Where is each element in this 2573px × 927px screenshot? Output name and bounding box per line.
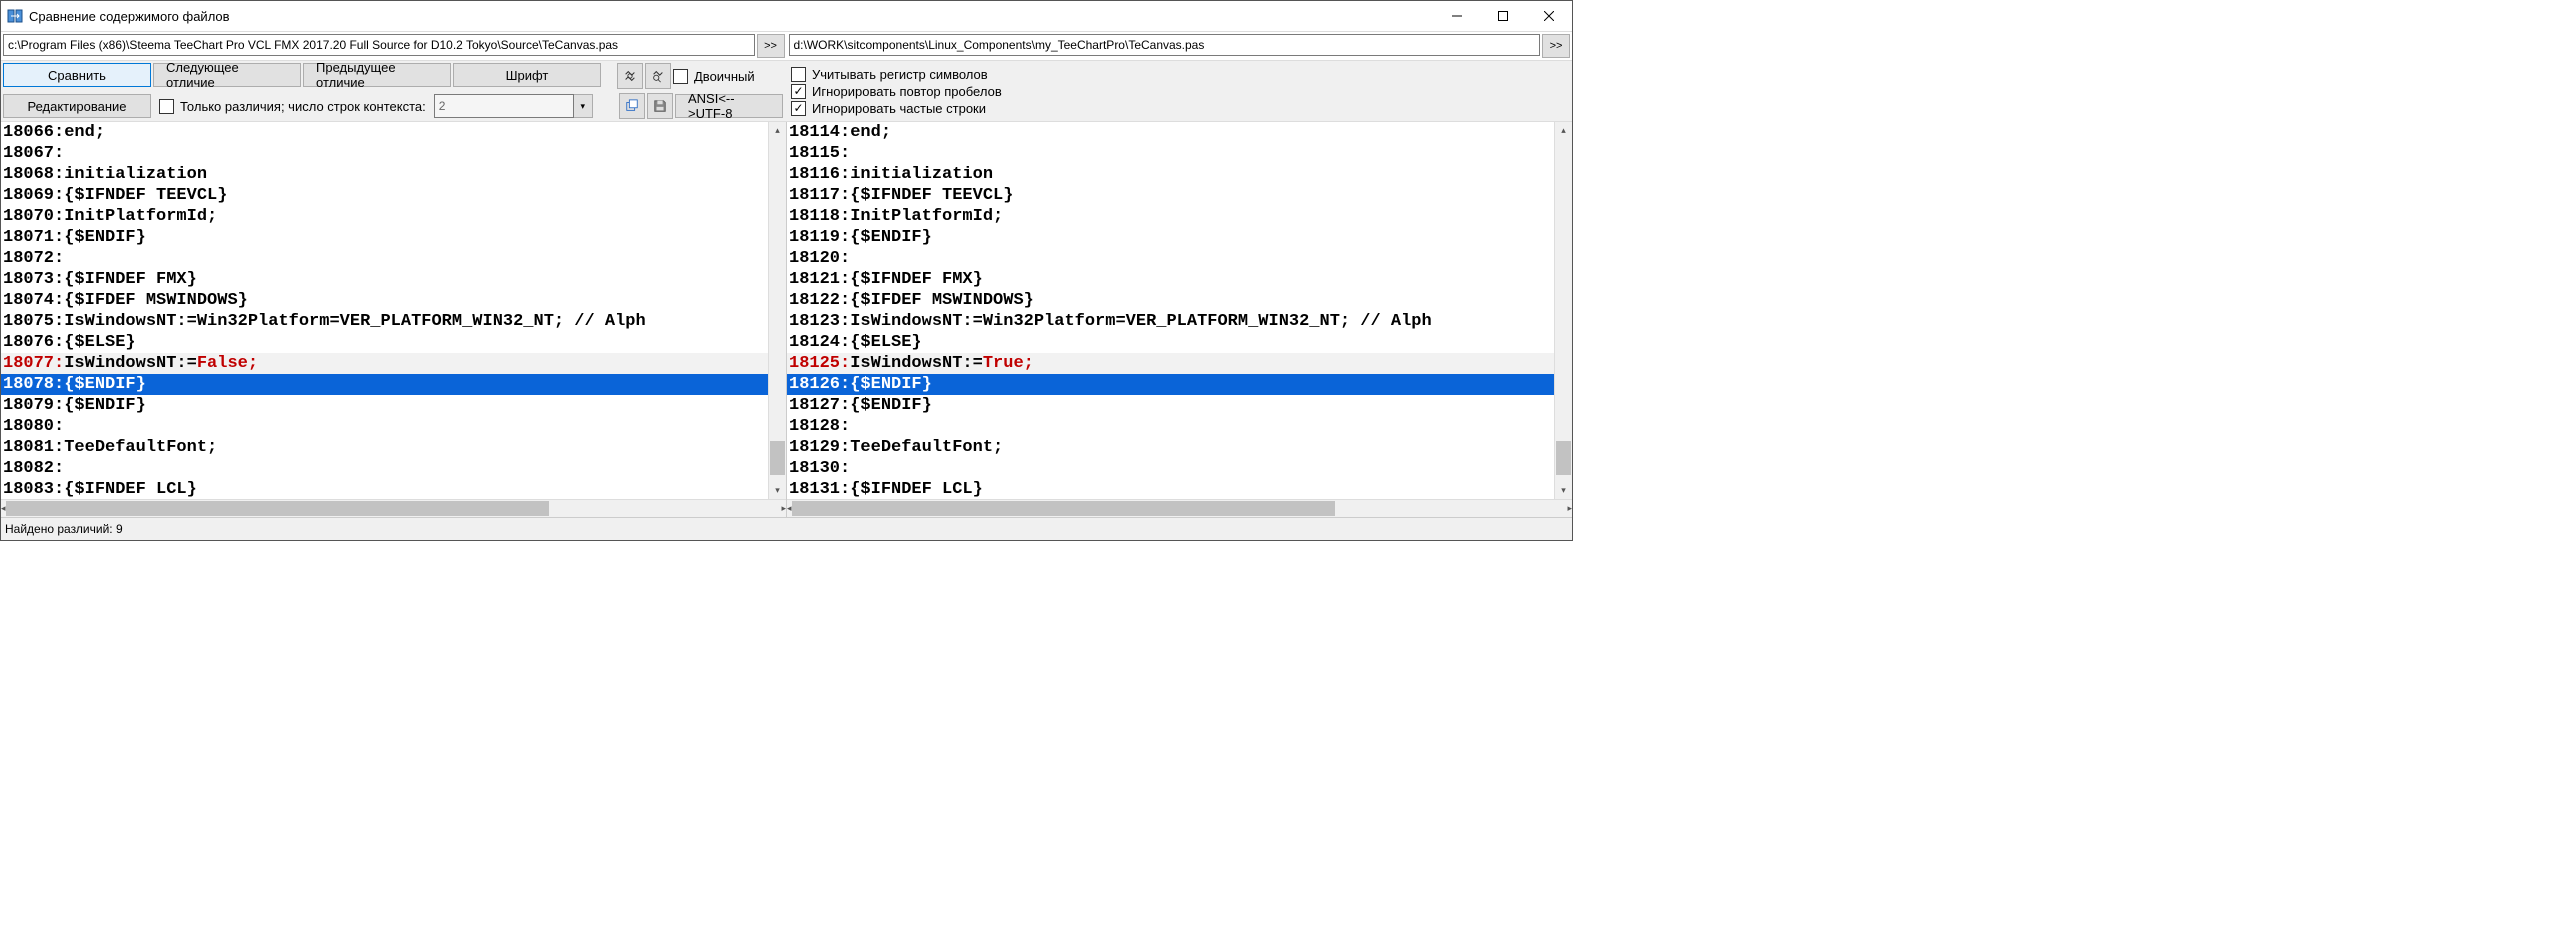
right-path-input[interactable] (789, 34, 1541, 56)
app-icon (7, 8, 23, 24)
left-path-input[interactable] (3, 34, 755, 56)
code-line[interactable]: 18127: {$ENDIF} (787, 395, 1554, 416)
binary-label: Двоичный (694, 69, 755, 84)
search-icon-button[interactable] (617, 63, 643, 89)
encoding-button[interactable]: ANSI<-->UTF-8 (675, 94, 783, 118)
context-lines-value: 2 (434, 94, 574, 118)
code-line[interactable]: 18128: (787, 416, 1554, 437)
code-line[interactable]: 18119: {$ENDIF} (787, 227, 1554, 248)
ignore-spaces-label: Игнорировать повтор пробелов (812, 84, 1002, 99)
status-bar: Найдено различий: 9 (1, 517, 1572, 540)
code-line[interactable]: 18067: (1, 143, 768, 164)
code-line[interactable]: 18131: {$IFNDEF LCL} (787, 479, 1554, 499)
code-line[interactable]: 18125: IsWindowsNT:=True; (787, 353, 1554, 374)
code-line[interactable]: 18130: (787, 458, 1554, 479)
code-line[interactable]: 18114:end; (787, 122, 1554, 143)
close-button[interactable] (1526, 1, 1572, 31)
scroll-up-icon[interactable]: ▴ (1555, 122, 1572, 139)
left-pane: 18066:end;18067:18068:initialization1806… (1, 122, 787, 517)
title-bar: Сравнение содержимого файлов (1, 1, 1572, 32)
font-button[interactable]: Шрифт (453, 63, 601, 87)
compare-button[interactable]: Сравнить (3, 63, 151, 87)
ignore-spaces-checkbox[interactable]: Игнорировать повтор пробелов (791, 84, 1002, 99)
code-line[interactable]: 18081: TeeDefaultFont; (1, 437, 768, 458)
code-line[interactable]: 18076: {$ELSE} (1, 332, 768, 353)
search-next-icon-button[interactable] (645, 63, 671, 89)
left-path-browse-button[interactable]: >> (757, 34, 785, 58)
copy-icon-button[interactable] (619, 93, 645, 119)
status-text: Найдено различий: 9 (5, 522, 123, 536)
scroll-right-icon[interactable]: ▸ (1567, 500, 1572, 517)
next-diff-button[interactable]: Следующее отличие (153, 63, 301, 87)
code-line[interactable]: 18116:initialization (787, 164, 1554, 185)
chevron-down-icon[interactable]: ▾ (574, 94, 593, 118)
code-line[interactable]: 18118: InitPlatformId; (787, 206, 1554, 227)
code-line[interactable]: 18066:end; (1, 122, 768, 143)
code-line[interactable]: 18079: {$ENDIF} (1, 395, 768, 416)
code-line[interactable]: 18069: {$IFNDEF TEEVCL} (1, 185, 768, 206)
editing-button[interactable]: Редактирование (3, 94, 151, 118)
code-line[interactable]: 18071: {$ENDIF} (1, 227, 768, 248)
case-sensitive-checkbox[interactable]: Учитывать регистр символов (791, 67, 1002, 82)
left-code-area[interactable]: 18066:end;18067:18068:initialization1806… (1, 122, 768, 499)
code-line[interactable]: 18073: {$IFNDEF FMX} (1, 269, 768, 290)
code-line[interactable]: 18078: {$ENDIF} (1, 374, 768, 395)
code-line[interactable]: 18123: IsWindowsNT:=Win32Platform=VER_PL… (787, 311, 1554, 332)
code-line[interactable]: 18082: (1, 458, 768, 479)
maximize-button[interactable] (1480, 1, 1526, 31)
right-code-area[interactable]: 18114:end;18115:18116:initialization1811… (787, 122, 1554, 499)
ignore-lines-checkbox[interactable]: Игнорировать частые строки (791, 101, 1002, 116)
right-vertical-scrollbar[interactable]: ▴ ▾ (1554, 122, 1572, 499)
code-line[interactable]: 18117: {$IFNDEF TEEVCL} (787, 185, 1554, 206)
code-line[interactable]: 18068:initialization (1, 164, 768, 185)
ignore-lines-label: Игнорировать частые строки (812, 101, 986, 116)
right-path-browse-button[interactable]: >> (1542, 34, 1570, 58)
left-vertical-scrollbar[interactable]: ▴ ▾ (768, 122, 786, 499)
code-line[interactable]: 18121: {$IFNDEF FMX} (787, 269, 1554, 290)
only-diffs-checkbox[interactable]: Только различия; число строк контекста: (159, 99, 426, 114)
scroll-down-icon[interactable]: ▾ (1555, 482, 1572, 499)
code-line[interactable]: 18070: InitPlatformId; (1, 206, 768, 227)
binary-checkbox[interactable]: Двоичный (673, 63, 755, 89)
code-line[interactable]: 18077: IsWindowsNT:=False; (1, 353, 768, 374)
code-line[interactable]: 18075: IsWindowsNT:=Win32Platform=VER_PL… (1, 311, 768, 332)
code-line[interactable]: 18129: TeeDefaultFont; (787, 437, 1554, 458)
code-line[interactable]: 18080: (1, 416, 768, 437)
context-lines-combo[interactable]: 2 ▾ (434, 94, 593, 118)
left-horizontal-scrollbar[interactable]: ◂ ▸ (1, 499, 786, 517)
code-line[interactable]: 18074: {$IFDEF MSWINDOWS} (1, 290, 768, 311)
code-line[interactable]: 18072: (1, 248, 768, 269)
right-pane: 18114:end;18115:18116:initialization1811… (787, 122, 1572, 517)
code-line[interactable]: 18083: {$IFNDEF LCL} (1, 479, 768, 499)
scroll-down-icon[interactable]: ▾ (769, 482, 786, 499)
case-sensitive-label: Учитывать регистр символов (812, 67, 988, 82)
code-line[interactable]: 18115: (787, 143, 1554, 164)
app-window: Сравнение содержимого файлов >> >> Сравн… (0, 0, 1573, 541)
minimize-button[interactable] (1434, 1, 1480, 31)
prev-diff-button[interactable]: Предыдущее отличие (303, 63, 451, 87)
scroll-up-icon[interactable]: ▴ (769, 122, 786, 139)
code-line[interactable]: 18122: {$IFDEF MSWINDOWS} (787, 290, 1554, 311)
code-line[interactable]: 18124: {$ELSE} (787, 332, 1554, 353)
code-line[interactable]: 18120: (787, 248, 1554, 269)
save-icon-button[interactable] (647, 93, 673, 119)
window-title: Сравнение содержимого файлов (29, 9, 1434, 24)
code-line[interactable]: 18126: {$ENDIF} (787, 374, 1554, 395)
scroll-right-icon[interactable]: ▸ (781, 500, 786, 517)
only-diffs-label: Только различия; число строк контекста: (180, 99, 426, 114)
right-horizontal-scrollbar[interactable]: ◂ ▸ (787, 499, 1572, 517)
